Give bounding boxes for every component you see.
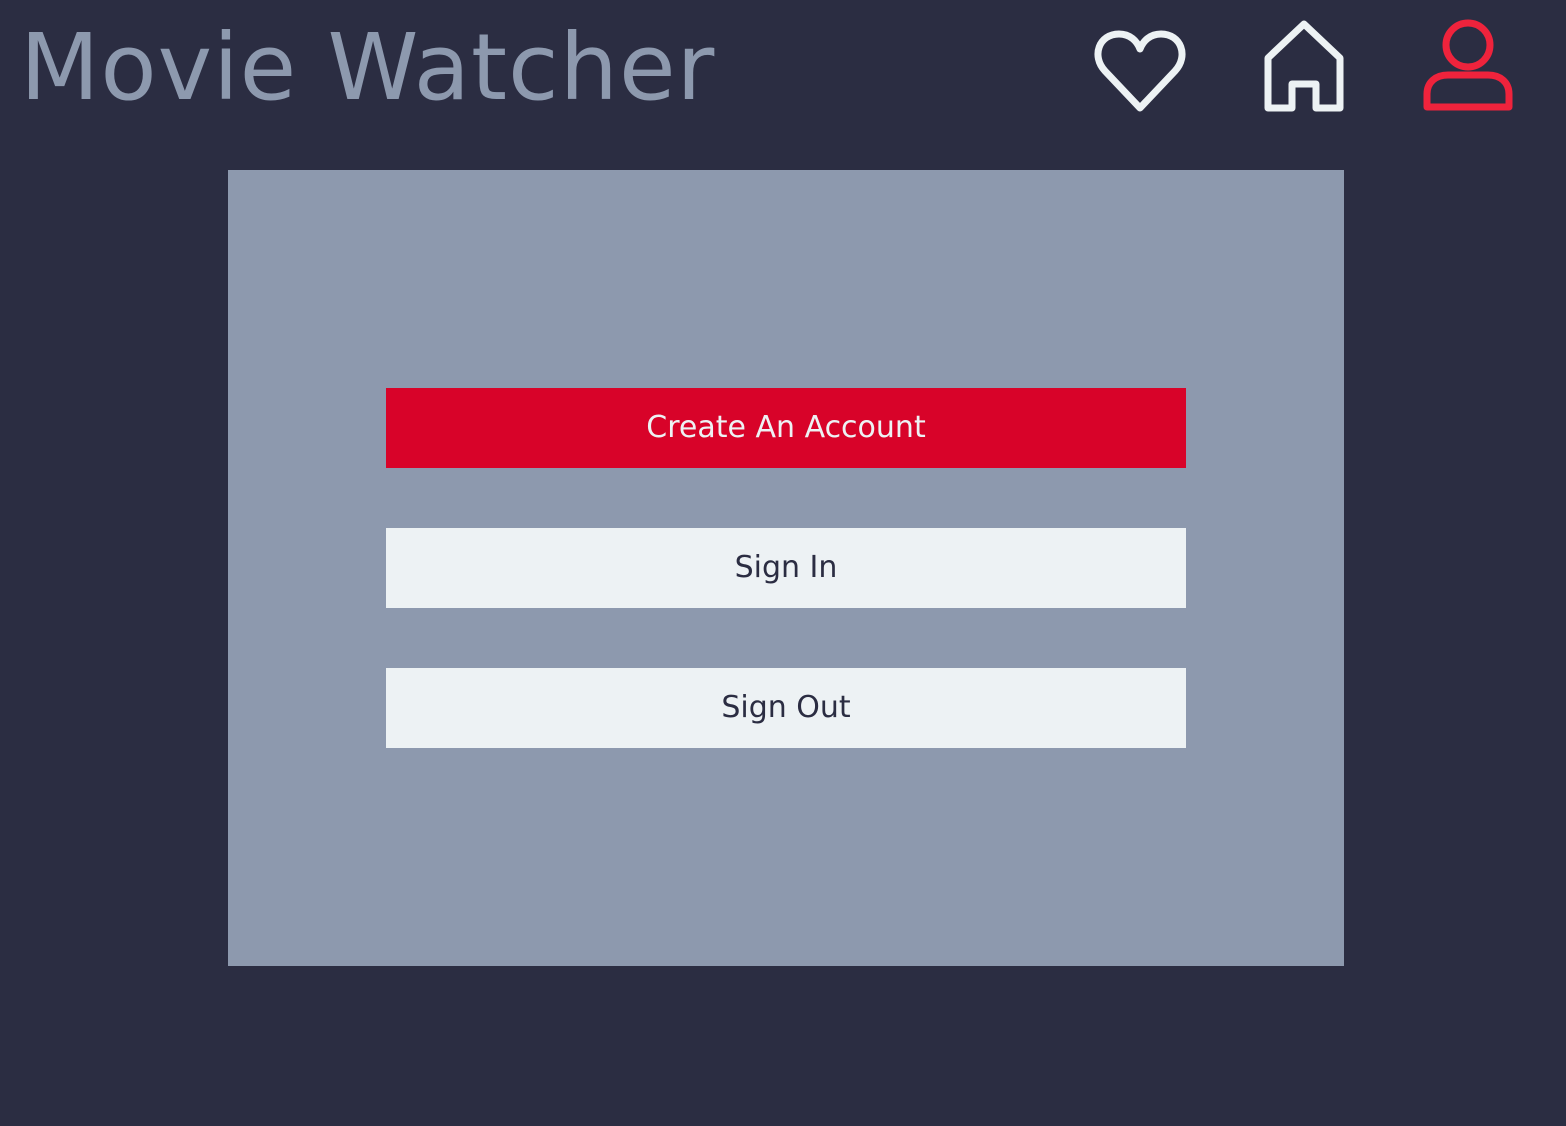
favorites-nav-button[interactable] (1093, 26, 1187, 116)
heart-icon (1094, 30, 1186, 112)
sign-in-button[interactable]: Sign In (386, 528, 1186, 608)
home-icon (1264, 20, 1344, 112)
home-nav-button[interactable] (1261, 18, 1347, 114)
sign-out-button[interactable]: Sign Out (386, 668, 1186, 748)
app-title: Movie Watcher (20, 14, 716, 121)
create-account-button[interactable]: Create An Account (386, 388, 1186, 468)
account-nav-button[interactable] (1421, 18, 1515, 114)
account-panel: Create An Account Sign In Sign Out (228, 170, 1344, 966)
user-icon (1423, 19, 1513, 111)
